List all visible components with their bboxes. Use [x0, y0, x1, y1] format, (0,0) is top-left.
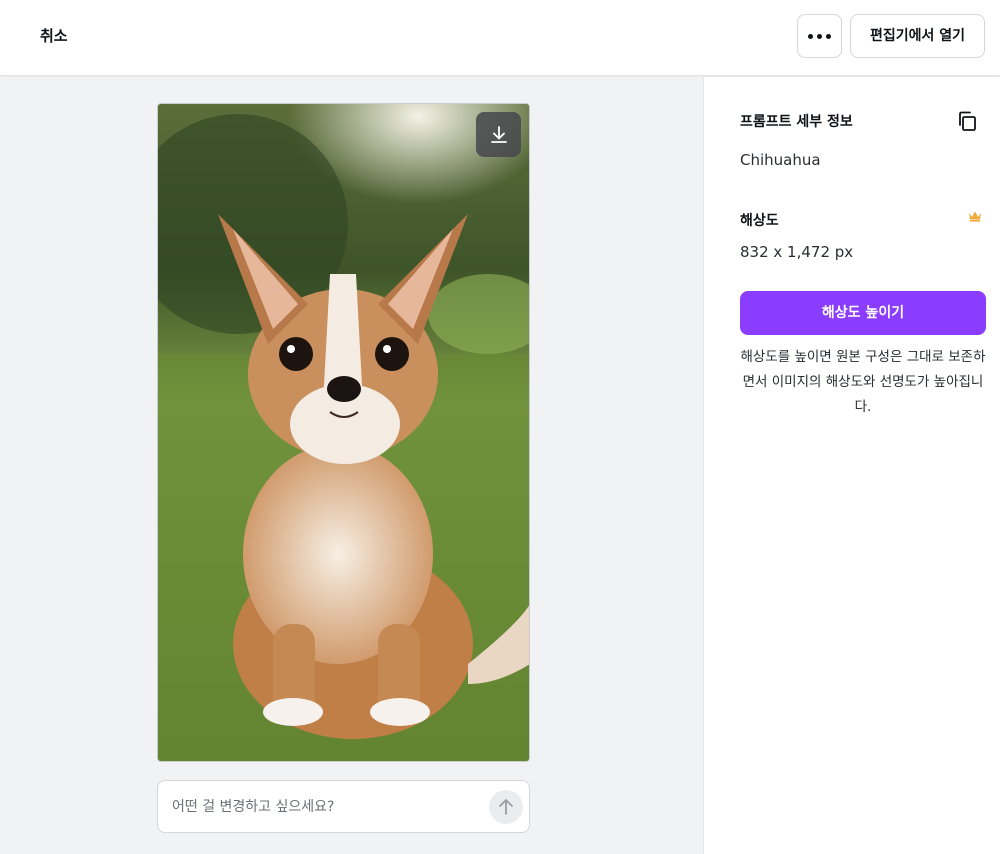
- copy-icon: [959, 111, 976, 131]
- cancel-button[interactable]: 취소: [28, 22, 80, 52]
- more-horizontal-icon: [808, 33, 831, 39]
- edit-prompt-input[interactable]: [172, 795, 482, 819]
- download-icon: [490, 125, 507, 143]
- upscale-description: 해상도를 높이면 원본 구성은 그대로 보존하면서 이미지의 해상도와 선명도가…: [740, 349, 986, 415]
- copy-prompt-button[interactable]: [955, 109, 979, 133]
- resolution-title: 해상도: [740, 213, 779, 229]
- details-panel: 프롬프트 세부 정보 Chihuahua 해상도 832 x 1,472 px …: [703, 77, 1000, 854]
- download-button[interactable]: [476, 112, 521, 157]
- more-options-button[interactable]: [797, 14, 842, 58]
- edit-prompt-box: [157, 780, 530, 833]
- arrow-up-icon: [499, 799, 513, 815]
- open-in-editor-button[interactable]: 편집기에서 열기: [850, 14, 985, 58]
- generated-image[interactable]: [157, 103, 530, 762]
- resolution-value: 832 x 1,472 px: [740, 243, 854, 261]
- image-canvas: [0, 77, 703, 854]
- crown-icon: [969, 211, 981, 222]
- top-bar: 취소 편집기에서 열기: [0, 0, 1000, 76]
- upscale-button[interactable]: 해상도 높이기: [740, 291, 986, 335]
- prompt-text: Chihuahua: [740, 151, 821, 169]
- send-prompt-button[interactable]: [489, 790, 523, 824]
- chihuahua-image: [158, 104, 529, 761]
- prompt-details-title: 프롬프트 세부 정보: [740, 114, 853, 130]
